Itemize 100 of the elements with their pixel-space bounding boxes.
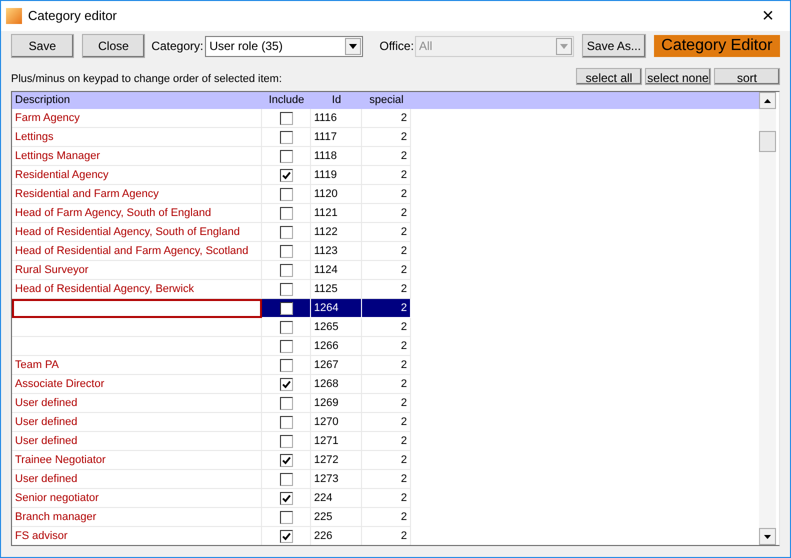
include-checkbox[interactable] (280, 358, 292, 372)
table-row[interactable]: 1265 2 (12, 318, 759, 337)
description-cell: Associate Director (12, 375, 262, 394)
description-cell: Head of Farm Agency, South of England (12, 204, 262, 223)
special-cell: 2 (362, 470, 411, 489)
column-header[interactable]: Id (311, 92, 362, 109)
include-checkbox[interactable] (280, 112, 292, 124)
id-cell: 1117 (311, 128, 362, 147)
include-checkbox[interactable] (280, 378, 292, 390)
description-cell: Lettings Manager (12, 147, 262, 166)
description-edit-field[interactable] (12, 299, 262, 318)
id-cell: 1123 (311, 242, 362, 261)
description-cell: Farm Agency (12, 109, 262, 128)
scroll-thumb[interactable] (759, 131, 776, 152)
id-cell: 1269 (311, 394, 362, 413)
table-row[interactable]: Senior negotiator 224 2 (12, 489, 759, 508)
description-cell: Trainee Negotiator (12, 451, 262, 470)
special-cell: 2 (362, 413, 411, 432)
id-cell: 1268 (311, 375, 362, 394)
special-cell: 2 (362, 299, 411, 318)
include-checkbox[interactable] (280, 150, 292, 162)
table-row[interactable]: User defined 1273 2 (12, 470, 759, 489)
table-row[interactable]: Lettings 1117 2 (12, 128, 759, 147)
table-row[interactable]: FS advisor 226 2 (12, 527, 759, 545)
special-cell: 2 (362, 261, 411, 280)
table-row[interactable]: Team PA 1267 2 (12, 356, 759, 375)
description-cell: Lettings (12, 128, 262, 147)
close-button[interactable]: × (746, 1, 790, 31)
vertical-scrollbar[interactable] (759, 92, 776, 545)
include-checkbox[interactable] (280, 168, 292, 182)
description-cell: Rural Surveyor (12, 261, 262, 280)
table-row[interactable]: Residential and Farm Agency 1120 2 (12, 185, 759, 204)
id-cell: 1122 (311, 223, 362, 242)
id-cell: 1266 (311, 337, 362, 356)
table-row[interactable]: Lettings Manager 1118 2 (12, 147, 759, 166)
include-checkbox[interactable] (280, 188, 292, 200)
special-cell: 2 (362, 337, 411, 356)
scroll-up-icon[interactable] (759, 92, 776, 109)
description-cell: Branch manager (12, 508, 262, 527)
include-checkbox[interactable] (280, 244, 292, 258)
description-cell: Head of Residential and Farm Agency, Scotland (12, 242, 262, 261)
table-row[interactable]: Branch manager 225 2 (12, 508, 759, 527)
table-row[interactable]: Head of Residential Agency, South of England 1122 2 (12, 223, 759, 242)
id-cell: 1118 (311, 147, 362, 166)
include-checkbox[interactable] (280, 510, 292, 524)
include-checkbox[interactable] (280, 302, 292, 314)
id-cell: 1272 (311, 451, 362, 470)
table-row[interactable]: Head of Farm Agency, South of England 1121 2 (12, 204, 759, 223)
action-button[interactable]: sort (714, 68, 780, 84)
table-row[interactable]: Farm Agency 1116 2 (12, 109, 759, 128)
table-row[interactable]: User defined 1271 2 (12, 432, 759, 451)
column-header[interactable]: Description (12, 92, 262, 109)
description-cell: FS advisor (12, 527, 262, 545)
table-row[interactable]: Associate Director 1268 2 (12, 375, 759, 394)
table-row[interactable]: Trainee Negotiator 1272 2 (12, 451, 759, 470)
scroll-down-icon[interactable] (759, 528, 776, 545)
action-button[interactable]: select all (576, 68, 642, 84)
special-cell: 2 (362, 432, 411, 451)
include-checkbox[interactable] (280, 472, 292, 486)
include-checkbox[interactable] (280, 530, 292, 542)
table-row[interactable]: Rural Surveyor 1124 2 (12, 261, 759, 280)
special-cell: 2 (362, 223, 411, 242)
id-cell: 226 (311, 527, 362, 545)
include-checkbox[interactable] (280, 320, 292, 334)
save-as-button[interactable]: Save As... (582, 34, 646, 58)
table-row[interactable]: 1266 2 (12, 337, 759, 356)
id-cell: 1273 (311, 470, 362, 489)
description-cell: Residential and Farm Agency (12, 185, 262, 204)
special-cell: 2 (362, 451, 411, 470)
include-checkbox[interactable] (280, 226, 292, 238)
include-checkbox[interactable] (280, 282, 292, 296)
include-checkbox[interactable] (280, 264, 292, 276)
include-checkbox[interactable] (280, 206, 292, 220)
description-cell: User defined (12, 432, 262, 451)
action-button[interactable]: select none (645, 68, 711, 84)
save-button[interactable]: Save (11, 34, 74, 58)
special-cell: 2 (362, 242, 411, 261)
category-editor-banner: Category Editor (654, 35, 780, 57)
table-row[interactable]: User defined 1269 2 (12, 394, 759, 413)
column-header[interactable]: Include (262, 92, 311, 109)
special-cell: 2 (362, 356, 411, 375)
include-checkbox[interactable] (280, 396, 292, 410)
id-cell: 1120 (311, 185, 362, 204)
description-cell: Senior negotiator (12, 489, 262, 508)
include-checkbox[interactable] (280, 454, 292, 466)
special-cell: 2 (362, 318, 411, 337)
include-checkbox[interactable] (280, 416, 292, 428)
include-checkbox[interactable] (280, 492, 292, 504)
column-header[interactable]: special (362, 92, 411, 109)
table-row[interactable]: Residential Agency 1119 2 (12, 166, 759, 185)
include-checkbox[interactable] (280, 340, 292, 352)
category-dropdown[interactable]: User role (35) (205, 36, 364, 56)
table-row[interactable]: 1264 2 (12, 299, 759, 318)
include-checkbox[interactable] (280, 434, 292, 448)
table-row[interactable]: User defined 1270 2 (12, 413, 759, 432)
table-row[interactable]: Head of Residential and Farm Agency, Scotland 1123 2 (12, 242, 759, 261)
special-cell: 2 (362, 128, 411, 147)
include-checkbox[interactable] (280, 130, 292, 144)
close-button[interactable]: Close (82, 34, 146, 58)
id-cell: 1116 (311, 109, 362, 128)
